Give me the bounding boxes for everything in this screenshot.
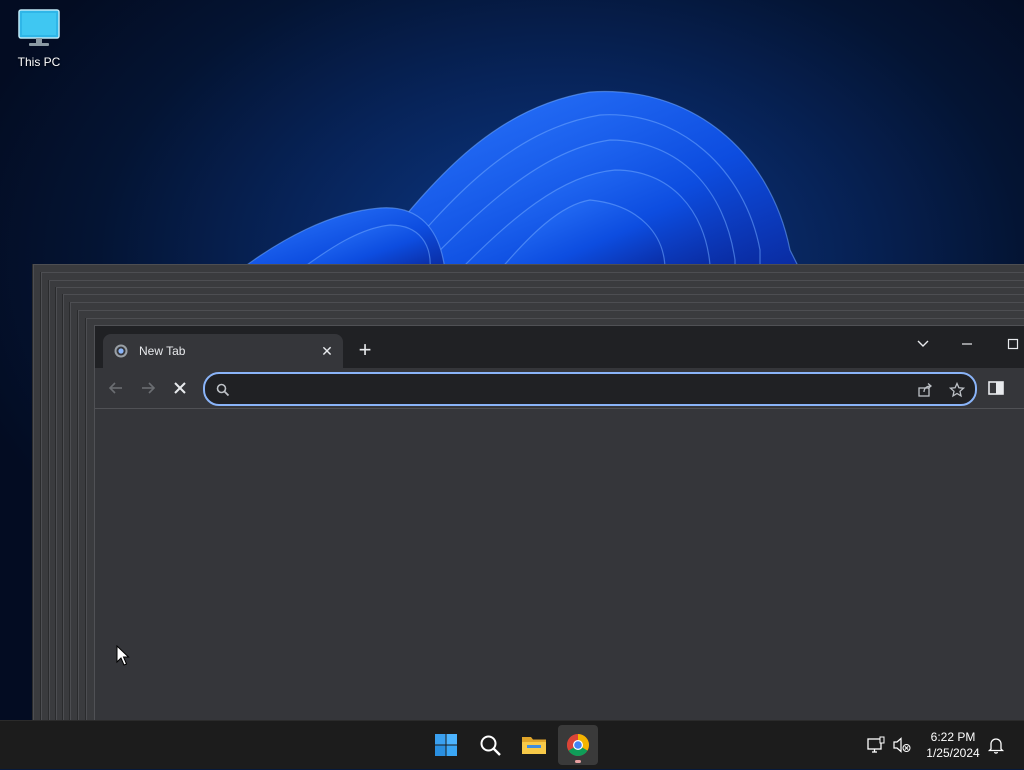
chrome-newtab-icon: [114, 344, 128, 358]
tab-new-tab[interactable]: New Tab ✕: [103, 334, 343, 368]
taskbar: 6:22 PM 1/25/2024: [0, 720, 1024, 769]
desktop-icon-label: This PC: [17, 55, 61, 69]
address-bar[interactable]: [203, 372, 977, 406]
clock-date: 1/25/2024: [926, 746, 980, 760]
monitor-icon: [18, 9, 60, 46]
desktop-icon-this-pc[interactable]: This PC: [10, 8, 68, 69]
share-icon[interactable]: [917, 382, 933, 398]
taskbar-search-button[interactable]: [470, 725, 510, 765]
chrome-taskbar-button[interactable]: [558, 725, 598, 765]
title-bar: New Tab ✕ +: [95, 326, 1024, 368]
volume-muted-icon[interactable]: [892, 735, 912, 755]
notification-bell-icon[interactable]: [986, 735, 1006, 755]
close-tab-icon[interactable]: ✕: [319, 343, 335, 359]
search-icon: [480, 735, 501, 756]
windows-start-icon: [435, 734, 457, 756]
bookmark-star-icon[interactable]: [949, 382, 965, 398]
mouse-cursor-icon: [116, 645, 130, 666]
maximize-button[interactable]: [1001, 332, 1024, 356]
file-explorer-button[interactable]: [514, 725, 554, 765]
side-panel-icon[interactable]: [985, 377, 1007, 399]
stop-loading-icon[interactable]: [169, 377, 191, 399]
folder-icon: [522, 737, 546, 754]
page-content: [95, 410, 1024, 720]
search-icon: [216, 383, 230, 397]
tab-search-chevron-icon[interactable]: [911, 332, 935, 356]
chrome-icon: [567, 734, 589, 756]
tab-title: New Tab: [139, 344, 186, 358]
chrome-window: New Tab ✕ +: [94, 325, 1024, 720]
network-icon[interactable]: [866, 735, 886, 755]
clock-time: 6:22 PM: [930, 730, 976, 744]
forward-arrow-icon[interactable]: [137, 377, 159, 399]
minimize-button[interactable]: [955, 332, 979, 356]
system-clock[interactable]: 6:22 PM 1/25/2024: [916, 729, 990, 761]
active-app-indicator: [575, 760, 581, 763]
start-button[interactable]: [426, 725, 466, 765]
toolbar: [95, 368, 1024, 409]
back-arrow-icon[interactable]: [105, 377, 127, 399]
desktop: This PC New Tab ✕ +: [0, 0, 1024, 720]
new-tab-button[interactable]: +: [353, 339, 377, 363]
